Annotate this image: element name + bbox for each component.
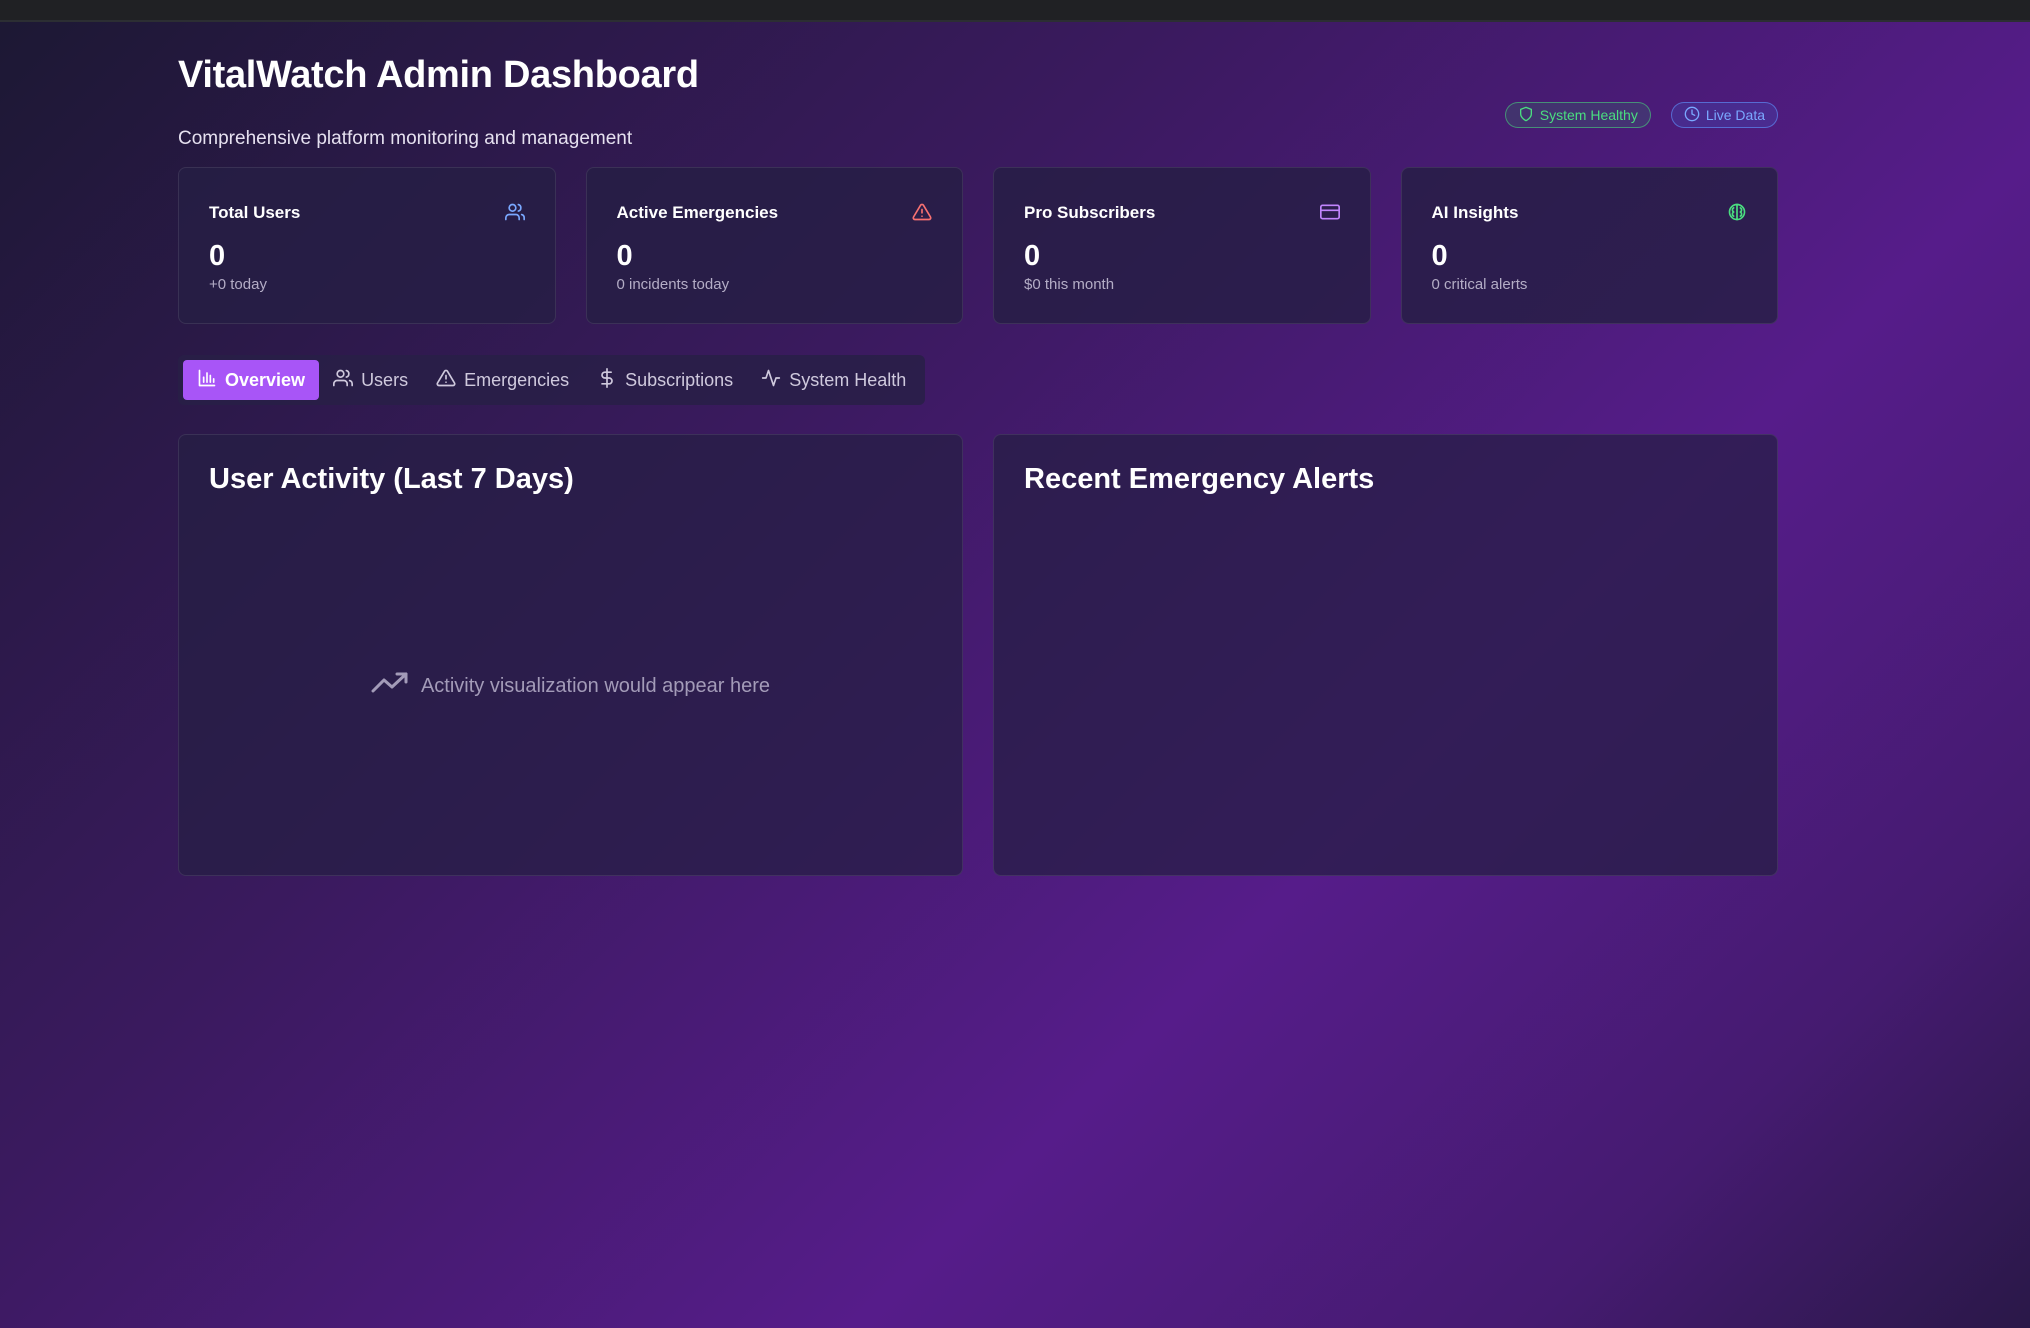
stat-value: 0 bbox=[1431, 240, 1448, 272]
browser-top-bar bbox=[0, 0, 2030, 22]
tab-users[interactable]: Users bbox=[319, 360, 422, 400]
panel-title: Recent Emergency Alerts bbox=[1024, 463, 1375, 495]
overview-panels: User Activity (Last 7 Days) Activity vis… bbox=[178, 434, 1778, 876]
stat-subtext: +0 today bbox=[209, 276, 267, 293]
system-healthy-badge: System Healthy bbox=[1504, 102, 1651, 128]
shield-icon bbox=[1518, 106, 1534, 125]
tab-emergencies[interactable]: Emergencies bbox=[422, 360, 583, 400]
activity-icon bbox=[761, 368, 781, 393]
badge-label: System Healthy bbox=[1539, 107, 1638, 123]
users-icon bbox=[333, 368, 354, 393]
credit-card-icon bbox=[1319, 202, 1340, 222]
alert-triangle-icon bbox=[912, 202, 932, 222]
status-badges: System Healthy Live Data bbox=[1504, 102, 1778, 128]
stat-card-active-emergencies: Active Emergencies 0 0 incidents today bbox=[585, 167, 963, 324]
stat-card-total-users: Total Users 0 +0 today bbox=[178, 167, 556, 324]
badge-label: Live Data bbox=[1705, 107, 1765, 123]
tab-label: System Health bbox=[789, 369, 907, 390]
stat-card-ai-insights: AI Insights 0 0 critical alerts bbox=[1400, 167, 1778, 324]
trending-up-icon bbox=[371, 671, 409, 701]
stat-label: Active Emergencies bbox=[616, 203, 779, 222]
placeholder-text: Activity visualization would appear here bbox=[420, 674, 771, 697]
panel-title: User Activity (Last 7 Days) bbox=[209, 463, 574, 495]
stat-subtext: 0 critical alerts bbox=[1431, 276, 1528, 293]
stat-subtext: $0 this month bbox=[1024, 276, 1115, 293]
live-data-badge: Live Data bbox=[1670, 102, 1778, 128]
page-subtitle: Comprehensive platform monitoring and ma… bbox=[178, 128, 633, 149]
clock-icon bbox=[1684, 106, 1700, 125]
stat-label: Pro Subscribers bbox=[1024, 203, 1156, 222]
stat-subtext: 0 incidents today bbox=[616, 276, 730, 293]
tab-subscriptions[interactable]: Subscriptions bbox=[583, 360, 747, 400]
stat-value: 0 bbox=[1024, 240, 1041, 272]
page-title: VitalWatch Admin Dashboard bbox=[178, 54, 699, 96]
alert-triangle-icon bbox=[436, 368, 456, 393]
stat-card-pro-subscribers: Pro Subscribers 0 $0 this month bbox=[993, 167, 1371, 324]
page-header: VitalWatch Admin Dashboard Comprehensive… bbox=[178, 54, 1778, 164]
users-icon bbox=[504, 202, 525, 222]
user-activity-panel: User Activity (Last 7 Days) Activity vis… bbox=[178, 434, 963, 876]
bar-chart-icon bbox=[197, 368, 217, 393]
stat-value: 0 bbox=[209, 240, 226, 272]
tab-label: Users bbox=[361, 369, 409, 390]
stats-row: Total Users 0 +0 today Active Emergencie… bbox=[178, 167, 1778, 324]
stat-value: 0 bbox=[616, 240, 633, 272]
activity-placeholder: Activity visualization would appear here bbox=[179, 671, 962, 701]
brain-icon bbox=[1727, 202, 1747, 222]
tab-bar: Overview Users Emergencies Subscriptions… bbox=[178, 355, 925, 405]
stat-label: Total Users bbox=[209, 203, 301, 222]
dollar-icon bbox=[597, 367, 617, 393]
tab-system-health[interactable]: System Health bbox=[747, 360, 920, 400]
tab-label: Overview bbox=[225, 369, 306, 390]
recent-emergency-alerts-panel: Recent Emergency Alerts bbox=[993, 434, 1778, 876]
tab-label: Emergencies bbox=[464, 369, 570, 390]
tab-overview[interactable]: Overview bbox=[183, 360, 320, 400]
tab-label: Subscriptions bbox=[625, 369, 734, 390]
stat-label: AI Insights bbox=[1431, 203, 1519, 222]
